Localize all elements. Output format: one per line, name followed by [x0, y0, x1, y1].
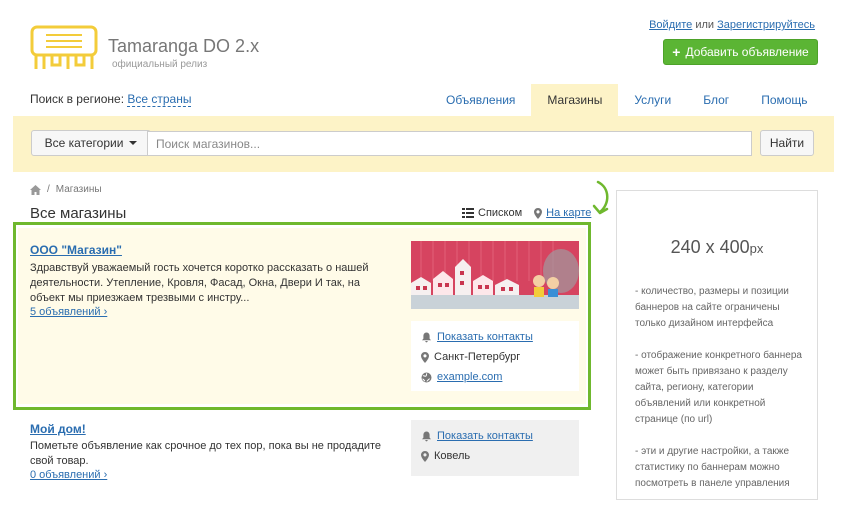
- view-toggle: Списком На карте: [462, 207, 591, 219]
- banner-size-label: 240 x 400px: [617, 237, 817, 258]
- category-dropdown-button[interactable]: Все категории: [31, 130, 151, 156]
- breadcrumb-separator: /: [47, 184, 50, 195]
- region-selector: Поиск в регионе: Все страны: [30, 92, 192, 107]
- show-contacts-link[interactable]: Показать контакты: [437, 430, 533, 442]
- logo-icon: [30, 25, 98, 69]
- banner-paragraph: - эти и другие настройки, а также статис…: [635, 446, 790, 489]
- tab-help[interactable]: Помощь: [745, 84, 823, 116]
- brand-title: Tamaranga DO 2.x: [108, 36, 260, 56]
- view-list-option[interactable]: Списком: [462, 207, 522, 219]
- breadcrumb: / Магазины: [30, 184, 102, 195]
- banner-size-value: 240 x 400: [670, 237, 750, 257]
- location-pin-icon: [421, 351, 429, 363]
- globe-icon: [421, 372, 432, 382]
- shop-title-link[interactable]: ООО "Магазин": [30, 243, 122, 257]
- banner-paragraph: - количество, размеры и позиции баннеров…: [635, 286, 789, 329]
- shop-website-link[interactable]: example.com: [437, 371, 502, 383]
- shop-listings-count-link[interactable]: 0 объявлений ›: [30, 469, 107, 481]
- list-icon: [462, 208, 474, 218]
- banner-text: - количество, размеры и позиции баннеров…: [635, 284, 810, 508]
- curved-arrow-icon: [592, 180, 609, 215]
- find-button[interactable]: Найти: [760, 130, 814, 156]
- show-contacts-link[interactable]: Показать контакты: [437, 331, 533, 343]
- plus-icon: +: [672, 44, 681, 60]
- location-pin-icon: [421, 450, 429, 462]
- shop-image: [411, 241, 579, 309]
- tab-listings[interactable]: Объявления: [430, 84, 531, 116]
- shop-title-link[interactable]: Мой дом!: [30, 422, 86, 436]
- register-link[interactable]: Зарегистрируйтесь: [717, 19, 815, 31]
- shop-listings-count-link[interactable]: 5 объявлений ›: [30, 306, 107, 318]
- bell-icon: [422, 431, 431, 441]
- main-tabs: Объявления Магазины Услуги Блог Помощь: [430, 84, 824, 116]
- region-label: Поиск в регионе:: [30, 92, 125, 106]
- page-title: Все магазины: [30, 205, 127, 222]
- auth-or: или: [695, 19, 715, 31]
- banner-placeholder[interactable]: 240 x 400px - количество, размеры и пози…: [616, 190, 818, 500]
- view-map-link: На карте: [546, 207, 592, 219]
- view-map-option[interactable]: На карте: [534, 207, 591, 219]
- shop-contacts-panel: Показать контакты Ковель: [411, 420, 579, 476]
- banner-size-unit: px: [749, 241, 764, 256]
- tab-services[interactable]: Услуги: [618, 84, 687, 116]
- home-icon[interactable]: [30, 184, 41, 195]
- login-link[interactable]: Войдите: [649, 19, 692, 31]
- search-input[interactable]: [147, 131, 752, 156]
- shop-contacts-panel: Показать контакты Санкт-Петербург exampl…: [411, 321, 579, 391]
- add-listing-button[interactable]: + Добавить объявление: [663, 39, 818, 65]
- add-listing-label: Добавить объявление: [685, 45, 809, 59]
- shop-city: Ковель: [434, 450, 471, 462]
- bell-icon: [422, 332, 431, 342]
- breadcrumb-current: Магазины: [55, 184, 102, 195]
- search-bar: Все категории Найти: [13, 116, 834, 172]
- category-label: Все категории: [44, 136, 124, 150]
- tab-blog[interactable]: Блог: [687, 84, 745, 116]
- auth-links: Войдите или Зарегистрируйтесь: [649, 19, 815, 31]
- tab-shops[interactable]: Магазины: [531, 84, 619, 116]
- shop-description: Здравствуй уважаемый гость хочется корот…: [30, 262, 369, 304]
- view-list-label: Списком: [478, 207, 523, 219]
- caret-down-icon: [129, 141, 138, 145]
- region-value-link[interactable]: Все страны: [127, 92, 192, 107]
- map-pin-icon: [534, 207, 543, 219]
- shop-description: Пометьте объявление как срочное до тех п…: [30, 440, 382, 467]
- shop-city: Санкт-Петербург: [434, 351, 521, 363]
- brand-subtitle: официальный релиз: [112, 59, 208, 70]
- banner-paragraph: - отображение конкретного баннера может …: [635, 350, 802, 425]
